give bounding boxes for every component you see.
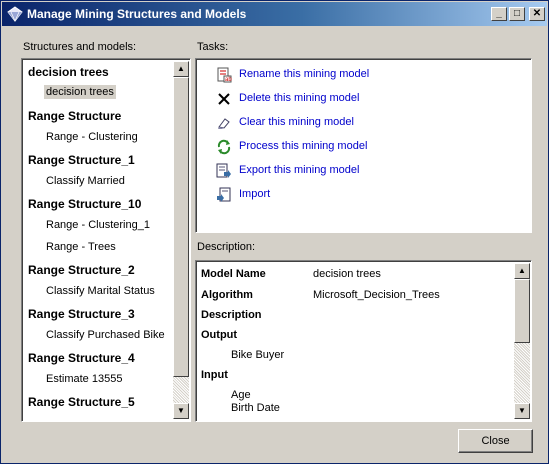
structure-item[interactable]: Range Structure_10 bbox=[28, 197, 141, 211]
model-item[interactable]: Estimate 13555 bbox=[46, 373, 122, 385]
task-delete-link[interactable]: Delete this mining model bbox=[239, 92, 359, 104]
clear-icon bbox=[218, 118, 230, 129]
scroll-thumb[interactable] bbox=[514, 279, 530, 343]
structures-scrollbar[interactable]: ▲ ▼ bbox=[173, 61, 189, 419]
description-scrollbar[interactable]: ▲ ▼ bbox=[514, 263, 530, 419]
structures-list[interactable]: decision trees decision trees Range Struct… bbox=[21, 58, 191, 422]
structure-item[interactable]: decision trees bbox=[28, 65, 109, 79]
task-rename-link[interactable]: Rename this mining model bbox=[239, 68, 369, 80]
window-title: Manage Mining Structures and Models bbox=[27, 7, 247, 21]
model-name-value: decision trees bbox=[313, 268, 381, 280]
input-value: Birth Date bbox=[231, 402, 280, 414]
output-key: Output bbox=[201, 329, 238, 341]
structure-item[interactable]: Range Structure_4 bbox=[28, 351, 135, 365]
minimize-button[interactable]: _ bbox=[491, 7, 507, 21]
import-icon bbox=[217, 187, 231, 202]
svg-text:ab: ab bbox=[225, 77, 232, 83]
output-value: Bike Buyer bbox=[231, 349, 285, 361]
close-button[interactable]: Close bbox=[458, 429, 533, 453]
task-process-link[interactable]: Process this mining model bbox=[239, 140, 367, 152]
task-clear-link[interactable]: Clear this mining model bbox=[239, 116, 354, 128]
title-bar[interactable]: Manage Mining Structures and Models _ □ … bbox=[2, 2, 547, 26]
algorithm-value: Microsoft_Decision_Trees bbox=[313, 289, 440, 301]
tasks-label: Tasks: bbox=[197, 41, 229, 53]
description-key: Description bbox=[201, 309, 262, 321]
algorithm-key: Algorithm bbox=[201, 289, 253, 301]
model-item[interactable]: Classify Married bbox=[46, 175, 125, 187]
structures-label: Structures and models: bbox=[23, 41, 137, 53]
input-key: Input bbox=[201, 369, 228, 381]
description-label: Description: bbox=[197, 241, 256, 253]
scroll-thumb[interactable] bbox=[173, 77, 189, 377]
task-import-link[interactable]: Import bbox=[239, 188, 270, 200]
tasks-panel: ab Rename this mining model Delete this … bbox=[195, 58, 532, 233]
input-value: Age bbox=[231, 389, 251, 401]
scroll-up-button[interactable]: ▲ bbox=[173, 61, 189, 77]
model-name-key: Model Name bbox=[201, 268, 266, 280]
structure-item[interactable]: Range Structure bbox=[28, 109, 121, 123]
structure-item[interactable]: Range Structure_2 bbox=[28, 263, 135, 277]
mining-diamond-icon bbox=[7, 6, 23, 22]
model-item[interactable]: Classify Marital Status bbox=[46, 285, 155, 297]
close-window-button[interactable]: ✕ bbox=[529, 7, 545, 21]
scroll-down-button[interactable]: ▼ bbox=[173, 403, 189, 419]
model-item[interactable]: Range - Clustering bbox=[46, 131, 138, 143]
manage-mining-dialog: Manage Mining Structures and Models _ □ … bbox=[0, 0, 549, 464]
structure-item[interactable]: Range Structure_1 bbox=[28, 153, 135, 167]
scroll-up-button[interactable]: ▲ bbox=[514, 263, 530, 279]
delete-icon bbox=[218, 93, 230, 105]
rename-icon: ab bbox=[217, 67, 232, 83]
export-icon bbox=[216, 163, 231, 178]
structure-item[interactable]: Range Structure_3 bbox=[28, 307, 135, 321]
model-item[interactable]: decision trees bbox=[44, 85, 116, 99]
task-export-link[interactable]: Export this mining model bbox=[239, 164, 359, 176]
model-item[interactable]: Range - Trees bbox=[46, 241, 116, 253]
model-item[interactable]: Classify Purchased Bike bbox=[46, 329, 165, 341]
scroll-down-button[interactable]: ▼ bbox=[514, 403, 530, 419]
model-item[interactable]: Range - Clustering_1 bbox=[46, 219, 150, 231]
maximize-button[interactable]: □ bbox=[509, 7, 525, 21]
description-panel: Model Name decision trees Algorithm Micr… bbox=[195, 260, 532, 422]
structure-item[interactable]: Range Structure_5 bbox=[28, 395, 135, 409]
process-icon bbox=[217, 139, 231, 155]
